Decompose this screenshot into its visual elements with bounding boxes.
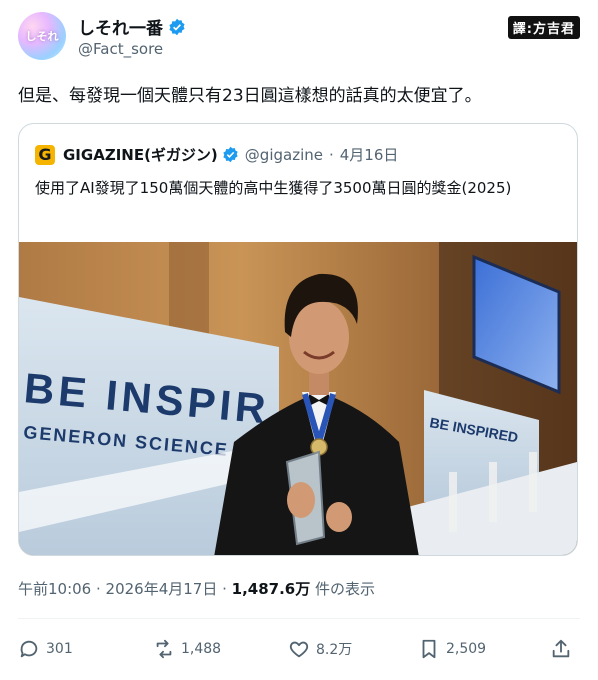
photo-chair-3 xyxy=(529,452,537,512)
heart-icon xyxy=(289,641,309,658)
retweet-button[interactable]: 1,488 xyxy=(153,638,221,660)
like-button[interactable]: 8.2万 xyxy=(288,638,352,660)
avatar-text: しそれ xyxy=(25,30,59,43)
action-bar: 301 1,488 8.2万 2,509 xyxy=(18,638,580,668)
reply-button[interactable]: 301 xyxy=(18,638,73,660)
photo-chair-1 xyxy=(449,472,457,532)
quote-text: 使用了AI發現了150萬個天體的高中生獲得了3500萬日圓的獎金(2025) xyxy=(35,179,512,197)
author-display-name[interactable]: しそれ一番 xyxy=(78,14,163,39)
quote-separator: · xyxy=(328,145,334,164)
quote-header: G GIGAZINE(ギガジン) @gigazine · 4月16日 xyxy=(35,144,398,165)
quoted-tweet-card[interactable]: G GIGAZINE(ギガジン) @gigazine · 4月16日 使用了AI… xyxy=(18,123,578,556)
verified-badge-icon xyxy=(223,146,238,163)
quoted-photo[interactable]: BE INSPIR GENERON SCIENCE TA BE INSPIRED xyxy=(19,242,577,556)
person-hand xyxy=(287,482,315,518)
tweet-text: 但是、每發現一個天體只有23日圓這樣想的話真的太便宜了。 xyxy=(18,86,482,106)
share-icon xyxy=(552,639,570,658)
tweet-meta: 午前10:06 · 2026年4月17日 · 1,487.6万 件の表示 xyxy=(18,578,375,599)
reply-count: 301 xyxy=(46,641,73,657)
tweet-timestamp[interactable]: 午前10:06 · 2026年4月17日 · xyxy=(18,580,232,598)
like-count: 8.2万 xyxy=(316,642,353,658)
gigazine-logo-icon[interactable]: G xyxy=(35,144,55,165)
photo-chair-2 xyxy=(489,462,497,522)
author-name-row: しそれ一番 xyxy=(78,14,186,39)
quote-author-handle[interactable]: @gigazine xyxy=(245,146,323,164)
quote-date[interactable]: 4月16日 xyxy=(340,144,399,165)
bookmark-icon xyxy=(422,639,436,659)
reply-icon xyxy=(20,640,38,658)
person-hand-2 xyxy=(326,502,352,532)
translator-badge: 譯:方吉君 xyxy=(507,16,580,39)
view-count-suffix: 件の表示 xyxy=(310,580,376,598)
share-button[interactable] xyxy=(550,638,578,660)
view-count: 1,487.6万 xyxy=(231,580,311,598)
retweet-count: 1,488 xyxy=(181,641,222,657)
quote-author-name[interactable]: GIGAZINE(ギガジン) xyxy=(63,144,218,165)
author-handle[interactable]: @Fact_sore xyxy=(78,40,163,58)
tweet-header: しそれ しそれ一番 @Fact_sore 譯:方吉君 xyxy=(18,12,580,62)
avatar[interactable]: しそれ xyxy=(18,12,66,60)
retweet-icon xyxy=(156,639,172,659)
bookmark-count: 2,509 xyxy=(446,641,487,657)
verified-badge-icon xyxy=(169,18,185,35)
bookmark-button[interactable]: 2,509 xyxy=(418,638,486,660)
divider xyxy=(18,618,580,619)
